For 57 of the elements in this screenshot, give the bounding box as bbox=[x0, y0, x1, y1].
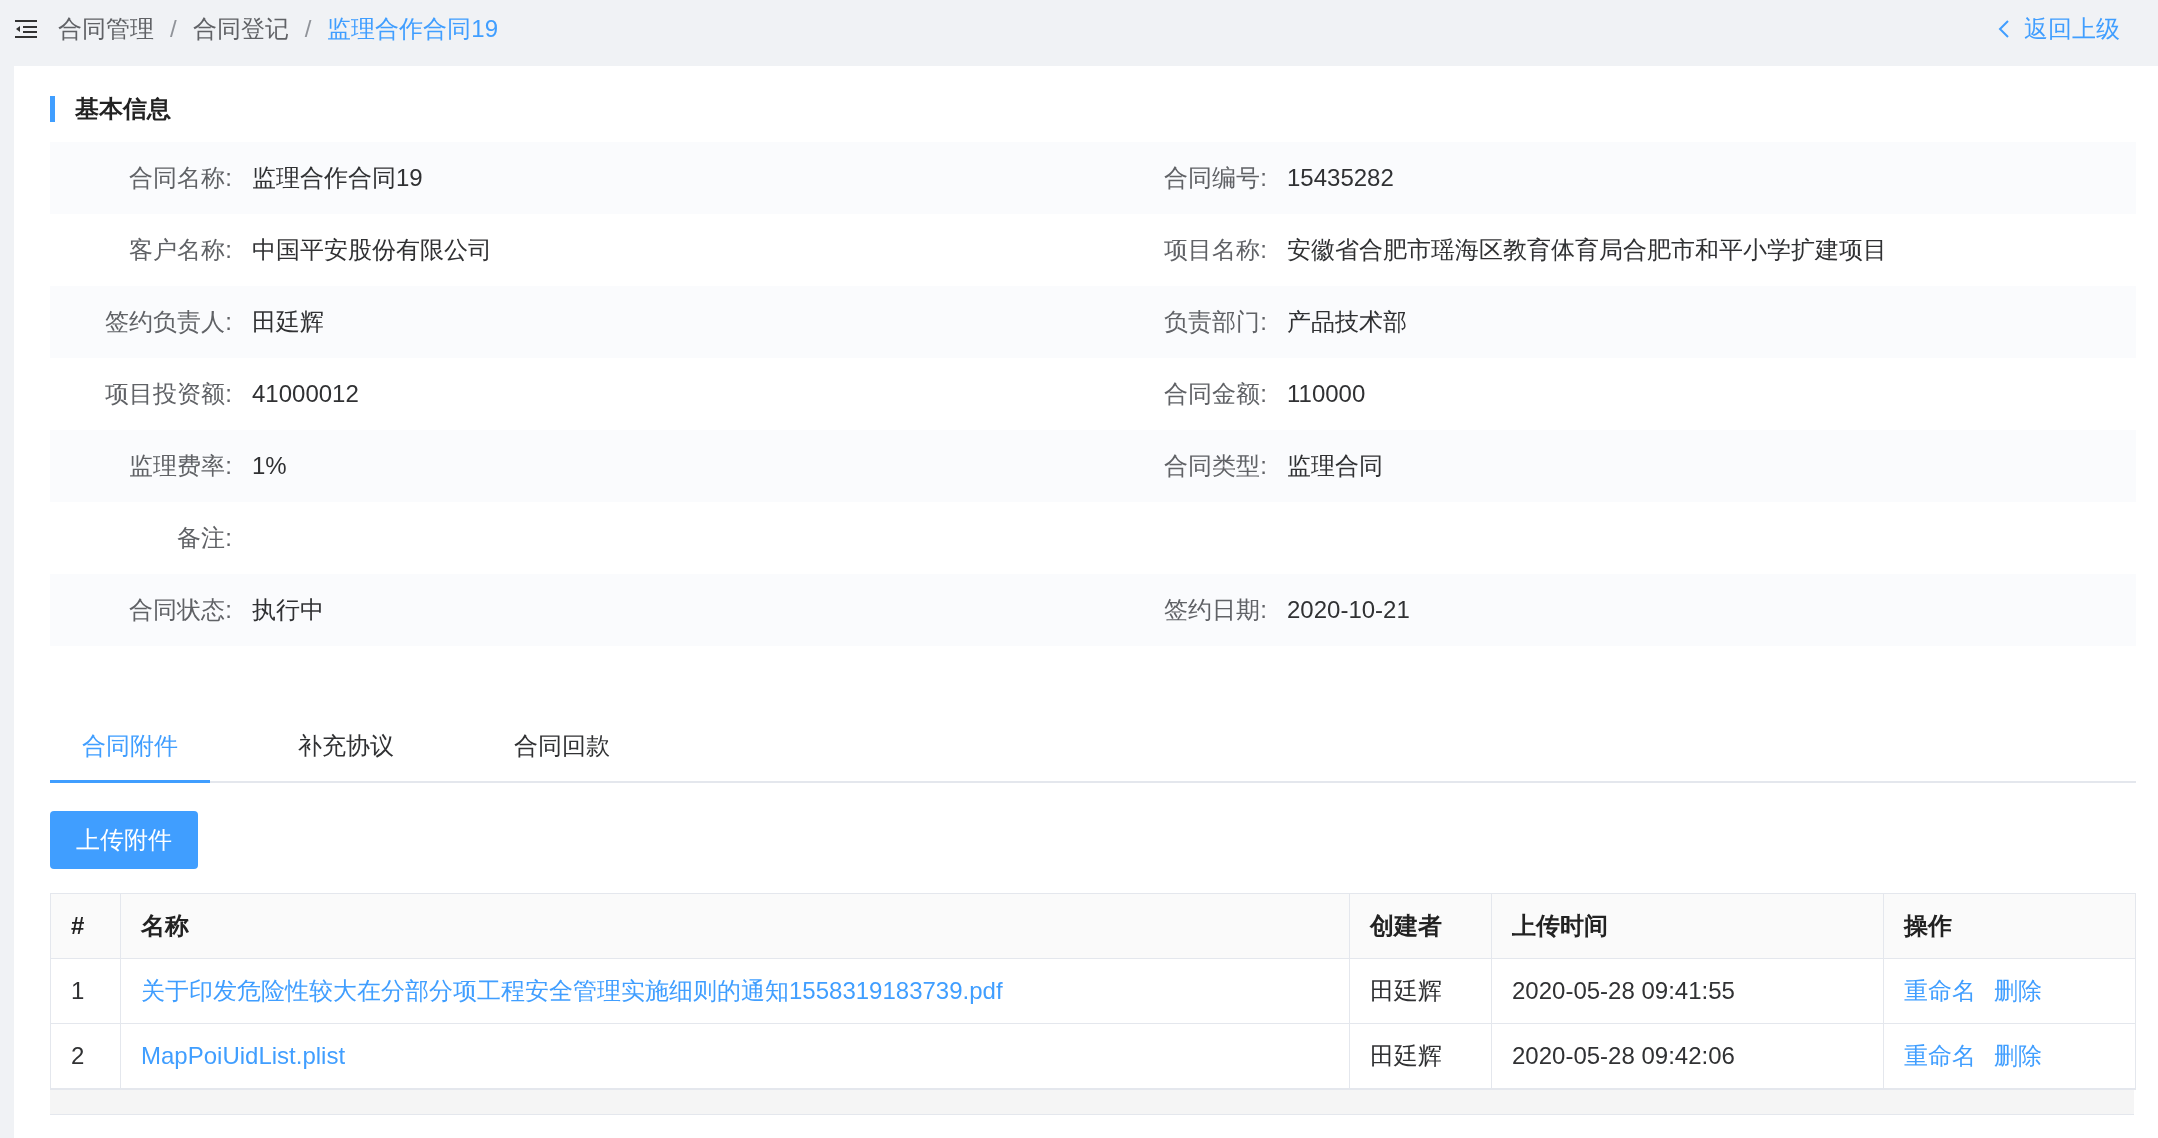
action-link[interactable]: 删除 bbox=[1994, 975, 2042, 1007]
table-cell: 田廷辉 bbox=[1350, 959, 1492, 1024]
breadcrumb-item[interactable]: 合同登记 bbox=[192, 13, 289, 45]
column-header: 名称 bbox=[121, 894, 1350, 959]
column-header: 上传时间 bbox=[1492, 894, 1884, 959]
field-label: 监理费率: bbox=[128, 451, 232, 481]
table-cell: 2 bbox=[51, 1024, 121, 1089]
horizontal-scrollbar[interactable] bbox=[50, 1090, 2134, 1115]
file-link[interactable]: MapPoiUidList.plist bbox=[141, 1042, 346, 1070]
field-label: 备注: bbox=[176, 523, 232, 553]
field-label: 合同编号: bbox=[1163, 163, 1267, 193]
file-link[interactable]: 关于印发危险性较大在分部分项工程安全管理实施细则的通知1558319183739.pdf bbox=[141, 975, 1003, 1007]
action-link[interactable]: 重命名 bbox=[1904, 975, 1976, 1007]
field-label: 签约负责人: bbox=[104, 307, 232, 337]
field-value: 产品技术部 bbox=[1287, 307, 1407, 337]
breadcrumb-item[interactable]: 合同管理 bbox=[58, 13, 154, 45]
field-label: 项目名称: bbox=[1163, 235, 1267, 265]
field-value: 2020-10-21 bbox=[1287, 596, 1410, 624]
column-header: 操作 bbox=[1884, 894, 2135, 959]
breadcrumb-separator: / bbox=[304, 15, 312, 43]
chevron-left-icon bbox=[1998, 19, 2010, 39]
field-value: 执行中 bbox=[252, 595, 324, 625]
section-title: 基本信息 bbox=[50, 96, 2136, 122]
tab[interactable]: 合同回款 bbox=[482, 716, 642, 783]
field-value: 15435282 bbox=[1287, 164, 1394, 192]
tab[interactable]: 补充协议 bbox=[266, 716, 426, 783]
breadcrumb-item[interactable]: 监理合作合同19 bbox=[327, 13, 499, 45]
field-label: 合同金额: bbox=[1163, 379, 1267, 409]
field-label: 合同名称: bbox=[128, 163, 232, 193]
action-link[interactable]: 删除 bbox=[1994, 1040, 2042, 1072]
field-label: 项目投资额: bbox=[104, 379, 232, 409]
tab[interactable]: 合同附件 bbox=[50, 716, 210, 783]
field-value: 110000 bbox=[1287, 380, 1366, 408]
field-value: 1% bbox=[252, 452, 287, 480]
table-cell: 2020-05-28 09:41:55 bbox=[1492, 959, 1884, 1024]
field-label: 客户名称: bbox=[128, 235, 232, 265]
field-value: 田廷辉 bbox=[252, 307, 324, 337]
upload-button[interactable]: 上传附件 bbox=[50, 811, 198, 869]
field-value: 监理合作合同19 bbox=[252, 163, 423, 193]
action-link[interactable]: 重命名 bbox=[1904, 1040, 1976, 1072]
field-label: 合同类型: bbox=[1163, 451, 1267, 481]
back-link-label[interactable]: 返回上级 bbox=[2024, 13, 2120, 45]
table-cell: 1 bbox=[51, 959, 121, 1024]
column-header: # bbox=[51, 894, 121, 959]
field-value: 监理合同 bbox=[1287, 451, 1383, 481]
menu-fold-icon[interactable] bbox=[14, 19, 38, 39]
table-cell: 2020-05-28 09:42:06 bbox=[1492, 1024, 1884, 1089]
field-value: 41000012 bbox=[252, 380, 359, 408]
field-label: 签约日期: bbox=[1163, 595, 1267, 625]
field-value: 中国平安股份有限公司 bbox=[252, 235, 492, 265]
column-header: 创建者 bbox=[1350, 894, 1492, 959]
table-cell: 田廷辉 bbox=[1350, 1024, 1492, 1089]
back-link[interactable]: 返回上级 bbox=[1998, 13, 2120, 45]
breadcrumb-separator: / bbox=[170, 15, 177, 43]
field-label: 负责部门: bbox=[1163, 307, 1267, 337]
field-value: 安徽省合肥市瑶海区教育体育局合肥市和平小学扩建项目 bbox=[1287, 235, 1887, 265]
field-label: 合同状态: bbox=[128, 595, 232, 625]
